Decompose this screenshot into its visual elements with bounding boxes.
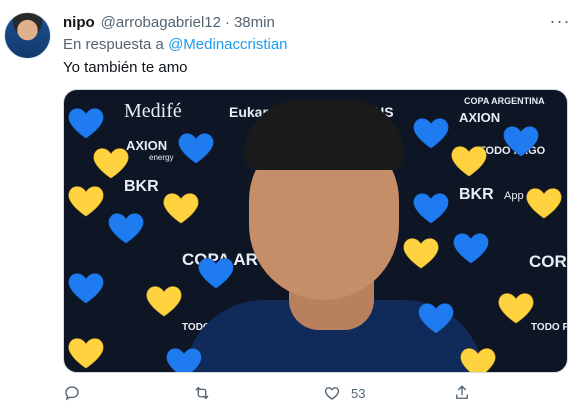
- yellow-heart-icon: [64, 330, 108, 372]
- yellow-heart-icon: [399, 230, 443, 274]
- yellow-heart-icon: [494, 285, 538, 329]
- author-handle[interactable]: @arrobagabriel12: [101, 14, 221, 31]
- sponsor-copa-argentina: COPA ARGENTINA: [464, 96, 545, 106]
- tweet-time[interactable]: 38min: [234, 14, 275, 31]
- sponsor-medife: Medifé: [124, 100, 182, 122]
- person-hair: [244, 100, 404, 170]
- blue-heart-icon: [409, 185, 453, 229]
- sponsor-axion: AXION: [459, 110, 501, 125]
- blue-heart-icon: [162, 340, 206, 372]
- retweet-icon: [195, 386, 209, 400]
- yellow-heart-icon: [64, 178, 108, 222]
- avatar[interactable]: [4, 12, 51, 59]
- reply-prefix: En respuesta a: [63, 36, 164, 53]
- action-bar: 53: [0, 378, 580, 408]
- author-name[interactable]: nipo: [63, 14, 95, 31]
- yellow-heart-icon: [456, 340, 500, 372]
- like-button[interactable]: 53: [323, 378, 365, 408]
- sponsor-app: App: [504, 190, 524, 202]
- yellow-heart-icon: [447, 138, 491, 182]
- share-button[interactable]: [453, 378, 471, 408]
- blue-heart-icon: [449, 225, 493, 269]
- blue-heart-icon: [414, 295, 458, 339]
- tweet-image[interactable]: Medifé Eukan RUS COPA ARGENTINA AXION AX…: [63, 89, 568, 373]
- blue-heart-icon: [499, 118, 543, 162]
- share-icon: [456, 385, 468, 399]
- blue-heart-icon: [64, 100, 108, 144]
- blue-heart-icon: [64, 265, 108, 309]
- reply-button[interactable]: [63, 378, 91, 408]
- sponsor-bkr-right: BKR: [459, 186, 494, 203]
- blue-heart-icon: [174, 125, 218, 169]
- retweet-button[interactable]: [193, 378, 221, 408]
- sponsor-energy: energy: [149, 153, 174, 162]
- reply-icon: [65, 386, 79, 401]
- blue-heart-icon: [104, 205, 148, 249]
- yellow-heart-icon: [142, 278, 186, 322]
- separator-dot: ·: [224, 13, 230, 31]
- yellow-heart-icon: [522, 180, 566, 224]
- tweet-text: Yo también te amo: [63, 59, 188, 76]
- blue-heart-icon: [194, 250, 238, 294]
- tweet-header: nipo @arrobagabriel12 · 38min: [63, 12, 275, 32]
- reply-mention[interactable]: @Medinaccristian: [168, 36, 287, 53]
- like-count: 53: [351, 385, 366, 401]
- more-icon[interactable]: ···: [548, 11, 572, 31]
- sponsor-cor: COR: [529, 252, 567, 271]
- like-icon: [324, 387, 340, 400]
- reply-context: En respuesta a @Medinaccristian: [63, 36, 288, 53]
- yellow-heart-icon: [159, 185, 203, 229]
